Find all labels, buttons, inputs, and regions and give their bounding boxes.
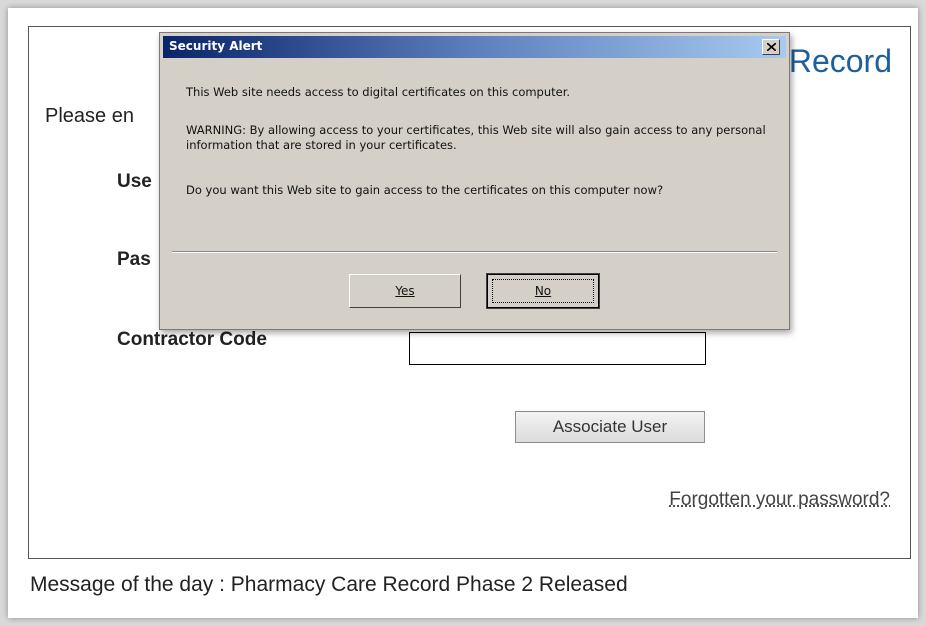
dialog-title: Security Alert [169,39,263,53]
browser-page: Record Please en Use Pas Contractor Code… [8,8,918,618]
dialog-message-warning: WARNING: By allowing access to your cert… [186,123,766,152]
yes-button-label: Yes [395,284,415,298]
contractor-code-label: Contractor Code [117,329,267,350]
yes-button[interactable]: Yes [349,274,461,308]
username-label: Use [117,171,152,192]
contractor-code-input[interactable] [409,332,706,365]
security-alert-dialog: Security Alert This Web site needs acces… [159,32,790,330]
password-label: Pas [117,249,151,270]
dialog-message-access: This Web site needs access to digital ce… [186,85,571,99]
close-icon [767,43,776,51]
dialog-message-question: Do you want this Web site to gain access… [186,183,664,197]
forgot-password-link[interactable]: Forgotten your password? [669,489,890,511]
dialog-separator [172,251,777,253]
dialog-title-bar[interactable]: Security Alert [163,36,786,58]
dialog-close-button[interactable] [762,39,780,55]
message-of-the-day: Message of the day : Pharmacy Care Recor… [30,573,628,596]
no-button-label: No [534,284,552,298]
no-button[interactable]: No [486,273,600,309]
login-prompt: Please en [45,105,134,127]
associate-user-button[interactable]: Associate User [515,411,705,443]
page-title: Record [788,43,892,79]
